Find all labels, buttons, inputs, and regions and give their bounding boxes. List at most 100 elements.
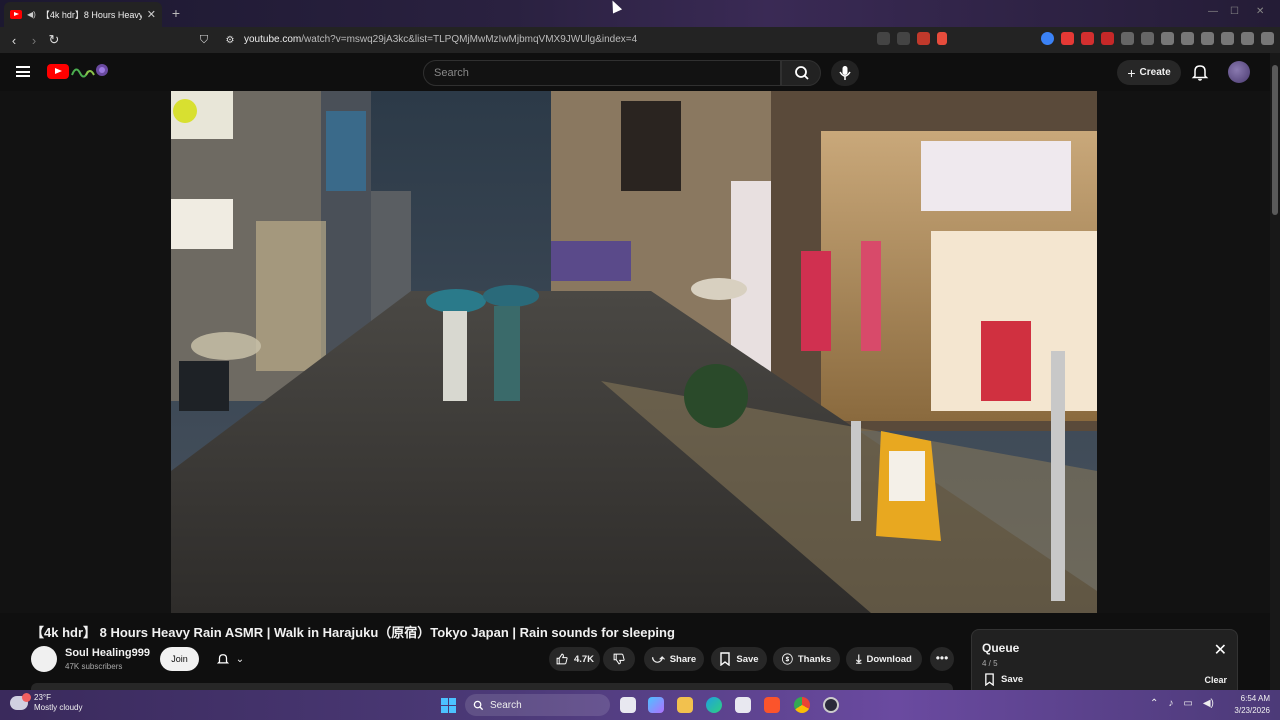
notifications-bell-icon[interactable] (1190, 62, 1210, 82)
weather-widget[interactable]: 23°F Mostly cloudy (10, 693, 82, 713)
bookmark-icon[interactable]: ⛉ (194, 34, 214, 47)
join-button[interactable]: Join (160, 647, 199, 671)
tab-title: 【4k hdr】8 Hours Heavy Rain (40, 10, 142, 20)
video-player[interactable] (171, 91, 1097, 613)
extension-pdf-icon[interactable] (1101, 32, 1114, 45)
windows-start-icon[interactable] (441, 698, 456, 713)
tray-display-icon[interactable]: ▭ (1183, 698, 1192, 709)
voice-search-button[interactable] (831, 60, 859, 86)
site-info-icon[interactable]: ⚙ (220, 35, 240, 46)
bookmark-save-icon (720, 652, 731, 666)
obs-app-icon[interactable] (823, 697, 839, 713)
subscriber-count: 47K subscribers (65, 662, 123, 671)
address-bar[interactable]: youtube.com/watch?v=mswq29jA3kc&list=TLP… (244, 34, 637, 45)
youtube-logo-icon[interactable] (47, 64, 69, 79)
create-button[interactable]: + Create (1117, 60, 1181, 85)
windows-taskbar: 23°F Mostly cloudy Search ⌃ ♪ ▭ ◀) 6:54 … (0, 690, 1280, 720)
search-icon (795, 66, 809, 80)
window-close-icon[interactable]: ✕ (1256, 6, 1264, 17)
music-icon[interactable] (1161, 32, 1174, 45)
page-scrollbar[interactable] (1270, 53, 1280, 690)
edge-browser-icon[interactable] (706, 697, 722, 713)
copilot-icon[interactable] (648, 697, 664, 713)
temperature: 23°F (34, 693, 51, 702)
hamburger-menu-icon[interactable] (16, 66, 30, 77)
queue-close-icon[interactable]: ✕ (1214, 643, 1227, 659)
mouse-cursor-icon (607, 0, 623, 14)
queue-save-button[interactable]: Save (984, 673, 1023, 686)
cloud-weather-icon (10, 693, 31, 710)
more-actions-button[interactable]: ••• (930, 647, 954, 671)
cast-icon[interactable] (877, 32, 890, 45)
queue-title: Queue (982, 641, 1020, 655)
search-button[interactable] (781, 60, 821, 86)
dislike-button[interactable] (603, 647, 635, 671)
store-icon[interactable] (735, 697, 751, 713)
wallet-icon[interactable] (1201, 32, 1214, 45)
tray-mic-icon[interactable]: ♪ (1168, 698, 1173, 709)
channel-name[interactable]: Soul Healing999 (65, 647, 150, 659)
rewards-icon[interactable] (937, 32, 947, 45)
taskbar-clock[interactable]: 6:54 AM 3/23/2026 (1222, 693, 1270, 717)
extension-globe-icon[interactable] (1041, 32, 1054, 45)
thanks-button[interactable]: ⓢ Thanks (773, 647, 840, 671)
thanks-label: Thanks (797, 653, 832, 665)
leo-ai-icon[interactable] (1221, 32, 1234, 45)
youtube-favicon-icon (10, 10, 22, 19)
download-button[interactable]: ⤓ Download (846, 647, 922, 671)
share-page-icon[interactable] (897, 32, 910, 45)
maximize-icon[interactable]: ☐ (1230, 6, 1239, 17)
taskbar-search[interactable]: Search (465, 694, 610, 716)
back-icon[interactable]: ‹ (4, 33, 24, 48)
like-button[interactable]: 4.7K (549, 647, 600, 671)
account-avatar[interactable] (1228, 61, 1250, 83)
create-label: Create (1139, 67, 1171, 78)
sidebar-icon[interactable] (1181, 32, 1194, 45)
brave-browser-icon[interactable] (764, 697, 780, 713)
file-explorer-icon[interactable] (677, 697, 693, 713)
browser-toolbar: ‹ › ↻ ⛉ ⚙ youtube.com/watch?v=mswq29jA3k… (0, 27, 1280, 53)
share-icon: ⤻ (651, 651, 665, 666)
chevron-down-icon: ⌄ (235, 653, 245, 665)
brave-shield-icon[interactable] (917, 32, 930, 45)
queue-clear-button[interactable]: Clear (1204, 675, 1227, 685)
reload-icon[interactable]: ↻ (44, 32, 64, 48)
vpn-icon[interactable] (1241, 32, 1254, 45)
extension-youtube-icon[interactable] (1061, 32, 1074, 45)
youtube-header: Search + Create (0, 53, 1280, 91)
tray-overflow-icon[interactable]: ⌃ (1150, 698, 1158, 709)
thanks-icon: ⓢ (781, 654, 793, 666)
extension-puzzle-icon[interactable] (1121, 32, 1134, 45)
forward-icon[interactable]: › (24, 33, 44, 48)
taskbar-search-label: Search (490, 699, 522, 711)
share-button[interactable]: ⤻ Share (644, 647, 704, 671)
minimize-icon[interactable]: — (1208, 6, 1218, 17)
browser-menu-icon[interactable] (1261, 32, 1274, 45)
share-label: Share (669, 653, 697, 665)
extension-box-icon[interactable] (1141, 32, 1154, 45)
chrome-browser-icon[interactable] (794, 697, 810, 713)
search-input[interactable]: Search (423, 60, 781, 86)
subscription-bell-button[interactable]: ⌄ (207, 647, 253, 671)
system-tray: ⌃ ♪ ▭ ◀) (1150, 698, 1214, 709)
weather-condition: Mostly cloudy (34, 703, 83, 712)
taskbar-search-icon (473, 700, 484, 710)
tray-volume-icon[interactable]: ◀) (1203, 698, 1214, 709)
youtube-doodle-icon[interactable] (70, 61, 110, 81)
save-button[interactable]: Save (711, 647, 767, 671)
browser-tab[interactable]: ◀) 【4k hdr】8 Hours Heavy Rain ✕ (4, 2, 162, 27)
microphone-icon (839, 66, 851, 80)
clock-time: 6:54 AM (1240, 694, 1270, 703)
scrollbar-thumb[interactable] (1272, 65, 1278, 215)
channel-avatar[interactable] (31, 646, 57, 672)
url-domain: youtube.com (244, 34, 302, 45)
description-box[interactable] (31, 683, 953, 690)
tab-close-icon[interactable]: ✕ (147, 8, 156, 21)
new-tab-button[interactable]: + (168, 5, 184, 21)
bell-icon (216, 654, 229, 664)
task-view-icon[interactable] (620, 697, 636, 713)
download-label: Download (866, 653, 912, 665)
queue-count: 4 / 5 (982, 659, 998, 668)
plus-icon: + (1127, 64, 1136, 81)
extension-red-icon[interactable] (1081, 32, 1094, 45)
